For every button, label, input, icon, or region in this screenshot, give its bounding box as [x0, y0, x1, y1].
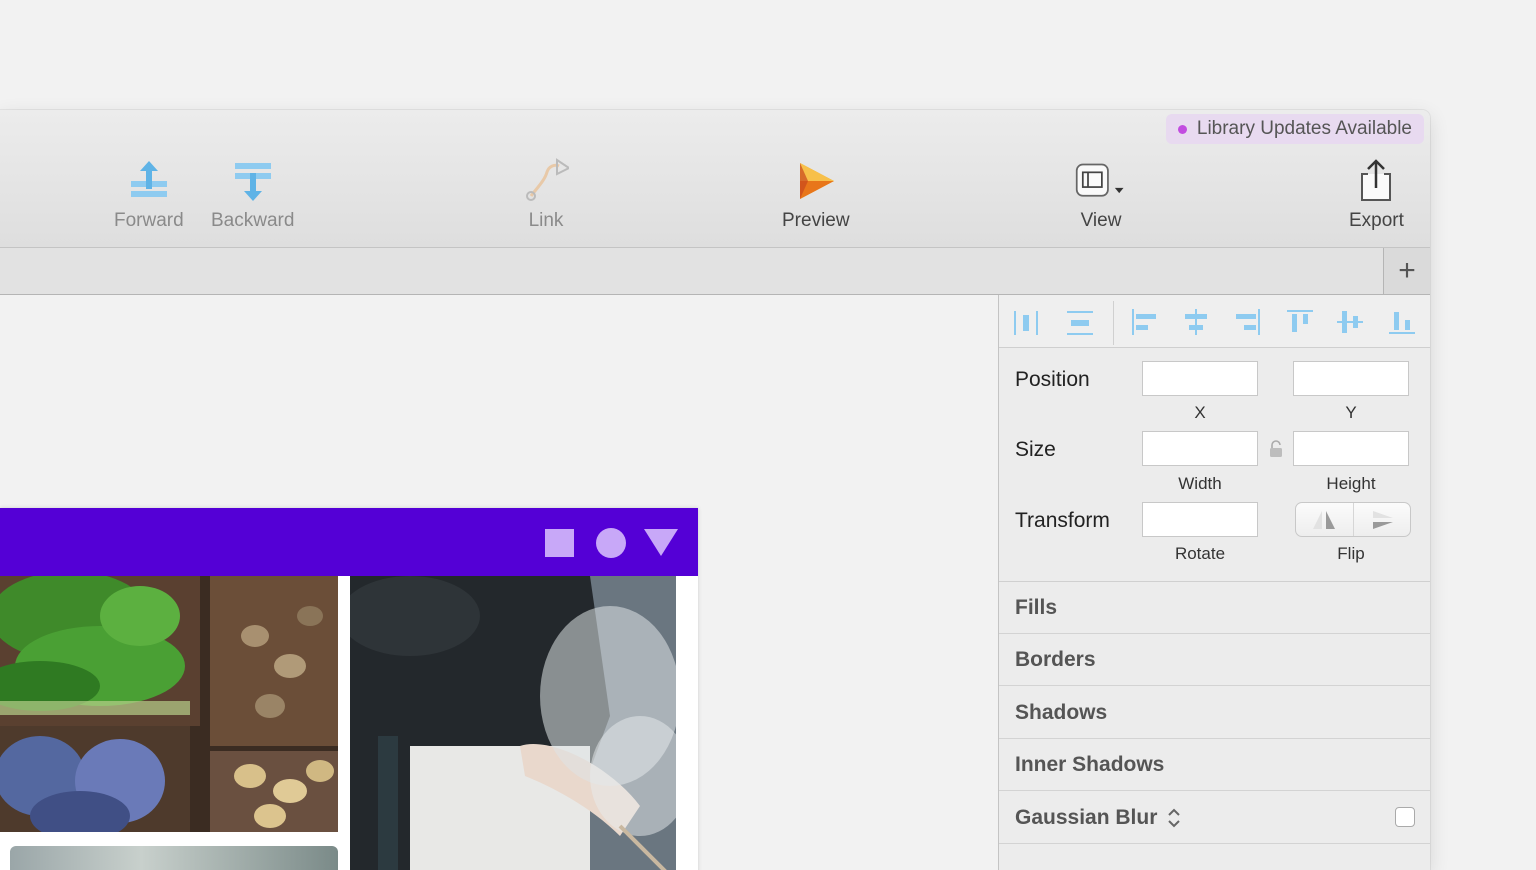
library-updates-label: Library Updates Available [1196, 118, 1412, 139]
alignment-toolbar [999, 295, 1430, 348]
shadows-section[interactable]: Shadows [999, 687, 1430, 739]
link-icon [520, 158, 572, 204]
backward-label: Backward [211, 210, 295, 231]
align-top-icon[interactable] [1285, 307, 1315, 337]
view-button[interactable]: View [1075, 158, 1127, 232]
gaussian-blur-section[interactable]: Gaussian Blur [999, 792, 1430, 844]
toolbar: Library Updates Available Forward Backwa… [0, 110, 1430, 248]
badge-dot-icon [1177, 124, 1187, 134]
preview-button[interactable]: Preview [782, 158, 850, 232]
geometry-properties: Position X Y Size Width Height Transform [999, 348, 1430, 582]
inner-shadows-title: Inner Shadows [1015, 752, 1165, 776]
flip-sublabel: Flip [1337, 544, 1365, 563]
link-button[interactable]: Link [520, 158, 572, 232]
link-label: Link [528, 210, 564, 231]
preview-label: Preview [782, 210, 850, 231]
gaussian-blur-title: Gaussian Blur [1015, 805, 1158, 829]
flip-vertical-icon [1372, 510, 1393, 529]
transform-label: Transform [1015, 509, 1110, 532]
inner-shadows-section[interactable]: Inner Shadows [999, 739, 1430, 791]
align-middle-vertical-icon[interactable] [1335, 307, 1365, 337]
fills-title: Fills [1015, 595, 1058, 619]
position-label: Position [1015, 368, 1090, 391]
forward-icon [123, 158, 175, 204]
circle-icon [596, 528, 626, 558]
export-button[interactable]: Export [1349, 158, 1404, 232]
flip-horizontal-button[interactable] [1296, 503, 1353, 536]
square-icon [545, 529, 574, 557]
height-sublabel: Height [1326, 474, 1376, 493]
borders-section[interactable]: Borders [999, 634, 1430, 686]
position-y-field[interactable] [1293, 361, 1409, 396]
size-label: Size [1015, 438, 1056, 461]
chevron-up-down-icon[interactable] [1167, 807, 1181, 829]
view-label: View [1080, 210, 1122, 231]
view-layout-icon [1075, 158, 1127, 204]
triangle-icon [644, 529, 678, 556]
x-sublabel: X [1194, 403, 1206, 422]
flip-vertical-button[interactable] [1352, 503, 1411, 536]
borders-title: Borders [1015, 647, 1096, 671]
canvas[interactable] [0, 295, 998, 870]
tab-bar: + [0, 248, 1430, 295]
height-field[interactable] [1293, 431, 1409, 466]
distribute-horizontal-icon[interactable] [1011, 307, 1041, 337]
position-x-field[interactable] [1142, 361, 1258, 396]
forward-label: Forward [114, 210, 184, 231]
width-sublabel: Width [1178, 474, 1222, 493]
shadows-title: Shadows [1015, 700, 1108, 724]
rotate-field[interactable] [1142, 502, 1258, 537]
align-right-icon[interactable] [1233, 307, 1263, 337]
export-label: Export [1349, 210, 1404, 231]
gaussian-blur-checkbox[interactable] [1395, 807, 1415, 827]
inspector-panel: Position X Y Size Width Height Transform [998, 295, 1430, 870]
align-center-horizontal-icon[interactable] [1181, 307, 1211, 337]
export-share-icon [1350, 158, 1402, 204]
fills-section[interactable]: Fills [999, 582, 1430, 634]
add-tab-button[interactable]: + [1383, 248, 1430, 294]
flip-control [1295, 502, 1411, 537]
artboard[interactable] [0, 508, 698, 870]
vegetables-photo [0, 576, 338, 832]
backward-button[interactable]: Backward [211, 158, 294, 232]
preview-play-icon [790, 158, 842, 204]
width-field[interactable] [1142, 431, 1258, 466]
alignment-separator [1113, 301, 1114, 345]
align-bottom-icon[interactable] [1387, 307, 1417, 337]
chevron-down-icon [1114, 187, 1124, 194]
chef-photo [350, 576, 676, 870]
distribute-vertical-icon[interactable] [1065, 307, 1095, 337]
market-photo [10, 846, 338, 870]
backward-icon [227, 158, 279, 204]
flip-horizontal-icon [1313, 510, 1336, 529]
rotate-sublabel: Rotate [1174, 544, 1226, 563]
app-window: Library Updates Available Forward Backwa… [0, 110, 1430, 870]
artboard-header [0, 508, 698, 576]
y-sublabel: Y [1345, 403, 1357, 422]
forward-button[interactable]: Forward [114, 158, 184, 232]
library-updates-badge[interactable]: Library Updates Available [1165, 114, 1424, 144]
lock-icon[interactable] [1269, 440, 1283, 458]
align-left-icon[interactable] [1129, 307, 1159, 337]
